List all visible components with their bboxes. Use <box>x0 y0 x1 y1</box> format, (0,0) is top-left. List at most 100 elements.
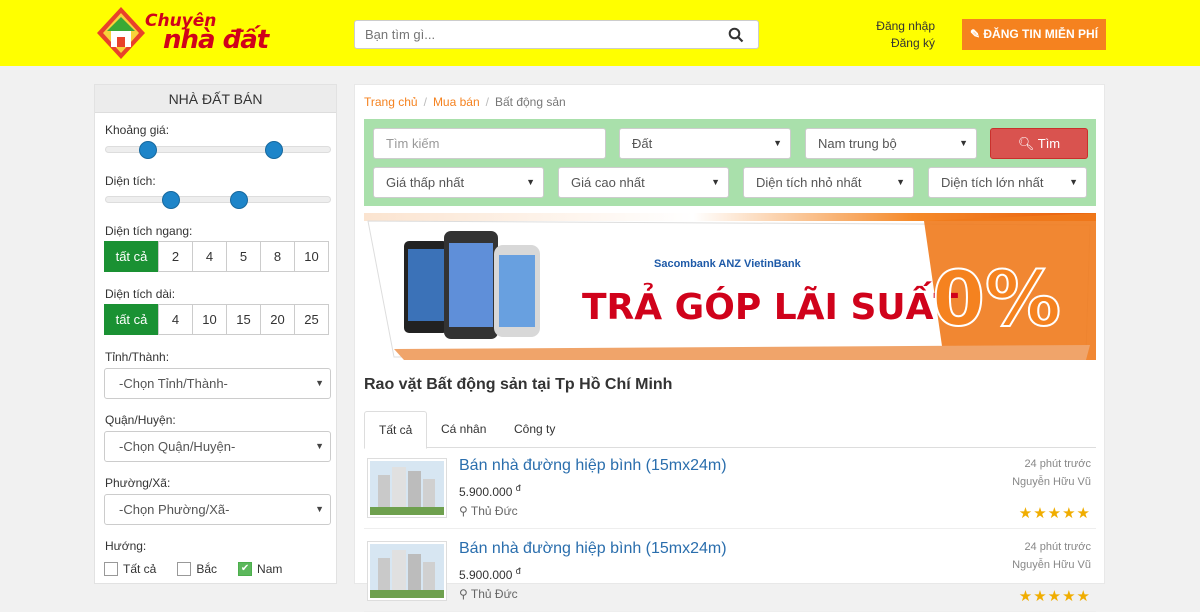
listing-title[interactable]: Bán nhà đường hiệp bình (15mx24m) <box>459 457 727 475</box>
checkbox[interactable] <box>177 562 192 576</box>
direction-checkbox-north[interactable]: Bắc <box>177 562 217 576</box>
listing-time: 24 phút trước <box>1024 541 1091 553</box>
width-option[interactable]: 8 <box>260 241 295 272</box>
map-marker-icon: ⚲ <box>459 504 468 518</box>
breadcrumb-buy-sell[interactable]: Mua bán <box>433 95 480 109</box>
district-select[interactable]: -Chọn Quận/Huyện- ▼ <box>104 431 331 462</box>
listing-item[interactable]: Bán nhà đường hiệp bình (15mx24m) 5.900.… <box>364 535 1096 612</box>
width-option[interactable]: 2 <box>158 241 193 272</box>
ward-select[interactable]: -Chọn Phường/Xã- ▼ <box>104 494 331 525</box>
province-select[interactable]: -Chọn Tỉnh/Thành- ▼ <box>104 368 331 399</box>
pencil-icon: ✎ <box>969 27 984 41</box>
width-option[interactable]: tất cả <box>104 241 159 272</box>
breadcrumb-current: Bất động sản <box>494 95 566 109</box>
area-slider-max-handle[interactable] <box>230 191 248 209</box>
caret-down-icon: ▼ <box>896 177 905 187</box>
check-icon[interactable]: ✔ <box>238 562 253 576</box>
region-select-value: Nam trung bộ <box>818 136 897 151</box>
length-option[interactable]: 15 <box>226 304 261 335</box>
min-price-select[interactable]: Giá thấp nhất ▼ <box>373 167 544 198</box>
location-text: Thủ Đức <box>470 504 518 518</box>
length-option[interactable]: 10 <box>192 304 227 335</box>
header-search <box>354 20 759 49</box>
direction-label-south: Nam <box>257 562 283 576</box>
filter-sidebar: NHÀ ĐẤT BÁN Khoảng giá: Diện tích: Diện … <box>94 84 337 584</box>
listing-tabs: Tất cả Cá nhân Công ty <box>364 411 1096 449</box>
register-link[interactable]: Đăng ký <box>876 35 935 52</box>
price-slider-max-handle[interactable] <box>265 141 283 159</box>
keyword-input[interactable]: Tìm kiếm <box>373 128 606 159</box>
location-text: Thủ Đức <box>470 587 518 601</box>
site-logo[interactable]: Chuyên nhà đất <box>95 5 290 61</box>
direction-checkbox-south[interactable]: ✔ Nam <box>238 562 282 576</box>
price-slider-min-handle[interactable] <box>139 141 157 159</box>
min-area-select[interactable]: Diện tích nhỏ nhất ▼ <box>743 167 914 198</box>
find-button[interactable]: 🔍︎ Tìm <box>990 128 1088 159</box>
max-price-select[interactable]: Giá cao nhất ▼ <box>558 167 729 198</box>
caret-down-icon: ▼ <box>959 138 968 148</box>
tab-company[interactable]: Công ty <box>500 411 569 448</box>
direction-label-all: Tất cả <box>123 562 157 576</box>
breadcrumb-separator: / <box>423 95 427 109</box>
type-select[interactable]: Đất ▼ <box>619 128 791 159</box>
listing-title[interactable]: Bán nhà đường hiệp bình (15mx24m) <box>459 540 727 558</box>
header: Chuyên nhà đất Đăng nhập Đăng ký ✎ ĐĂNG … <box>0 0 1200 66</box>
min-price-value: Giá thấp nhất <box>386 175 465 190</box>
listing-thumbnail[interactable] <box>367 541 447 601</box>
width-option[interactable]: 10 <box>294 241 329 272</box>
district-label: Quận/Huyện: <box>105 413 176 427</box>
breadcrumb: Trang chủ / Mua bán / Bất động sản <box>364 95 566 109</box>
ward-label: Phường/Xã: <box>105 476 171 490</box>
direction-label-north: Bắc <box>196 562 218 576</box>
area-slider-min-handle[interactable] <box>162 191 180 209</box>
region-select[interactable]: Nam trung bộ ▼ <box>805 128 977 159</box>
map-marker-icon: ⚲ <box>459 587 468 601</box>
listing-thumbnail[interactable] <box>367 458 447 518</box>
search-filters: Tìm kiếm Đất ▼ Nam trung bộ ▼ 🔍︎ Tìm Giá t… <box>364 119 1096 206</box>
length-option[interactable]: 4 <box>158 304 193 335</box>
width-label: Diện tích ngang: <box>105 224 193 238</box>
post-free-label: ĐĂNG TIN MIỄN PHÍ <box>983 27 1099 41</box>
tab-personal[interactable]: Cá nhân <box>427 411 500 448</box>
price-slider[interactable] <box>105 141 331 159</box>
area-slider[interactable] <box>105 191 331 209</box>
min-area-value: Diện tích nhỏ nhất <box>756 175 862 190</box>
banner-graphic: Sacombank ANZ VietinBank TRẢ GÓP LÃI SUẤ… <box>364 213 1096 360</box>
direction-checkbox-all[interactable]: Tất cả <box>104 562 156 576</box>
post-free-button[interactable]: ✎ ĐĂNG TIN MIỄN PHÍ <box>962 19 1106 50</box>
width-option[interactable]: 5 <box>226 241 261 272</box>
direction-options: Tất cả Bắc ✔ Nam <box>104 562 303 576</box>
building-image <box>370 544 444 598</box>
tab-all[interactable]: Tất cả <box>364 411 428 449</box>
length-option[interactable]: 20 <box>260 304 295 335</box>
listing-user[interactable]: Nguyễn Hữu Vũ <box>1012 476 1091 488</box>
breadcrumb-home[interactable]: Trang chủ <box>364 95 418 109</box>
login-link[interactable]: Đăng nhập <box>876 18 935 35</box>
ward-select-value: -Chọn Phường/Xã- <box>119 502 230 517</box>
caret-down-icon: ▼ <box>315 504 324 514</box>
search-input[interactable] <box>355 21 715 48</box>
banner-rate: 0% <box>932 254 1061 343</box>
type-select-value: Đất <box>632 136 653 151</box>
max-area-value: Diện tích lớn nhất <box>941 175 1044 190</box>
rating-stars: ★★★★★ <box>1018 505 1091 522</box>
search-icon[interactable] <box>728 27 744 43</box>
search-icon: 🔍︎ <box>1017 136 1038 151</box>
listing-item[interactable]: Bán nhà đường hiệp bình (15mx24m) 5.900.… <box>364 452 1096 529</box>
listing-location: ⚲ Thủ Đức <box>459 587 518 601</box>
find-button-label: Tìm <box>1037 136 1061 151</box>
house-logo-icon <box>97 7 145 59</box>
max-area-select[interactable]: Diện tích lớn nhất ▼ <box>928 167 1087 198</box>
width-options: tất cả 2 4 5 8 10 <box>104 241 329 272</box>
length-option[interactable]: tất cả <box>104 304 159 335</box>
checkbox[interactable] <box>104 562 118 576</box>
banner-text: TRẢ GÓP LÃI SUẤT <box>582 281 958 328</box>
listing-time: 24 phút trước <box>1024 458 1091 470</box>
caret-down-icon: ▼ <box>773 138 782 148</box>
sidebar-title: NHÀ ĐẤT BÁN <box>95 85 336 113</box>
listing-user[interactable]: Nguyễn Hữu Vũ <box>1012 559 1091 571</box>
length-option[interactable]: 25 <box>294 304 329 335</box>
promo-banner[interactable]: Sacombank ANZ VietinBank TRẢ GÓP LÃI SUẤ… <box>364 213 1096 360</box>
width-option[interactable]: 4 <box>192 241 227 272</box>
length-label: Diện tích dài: <box>105 287 176 301</box>
